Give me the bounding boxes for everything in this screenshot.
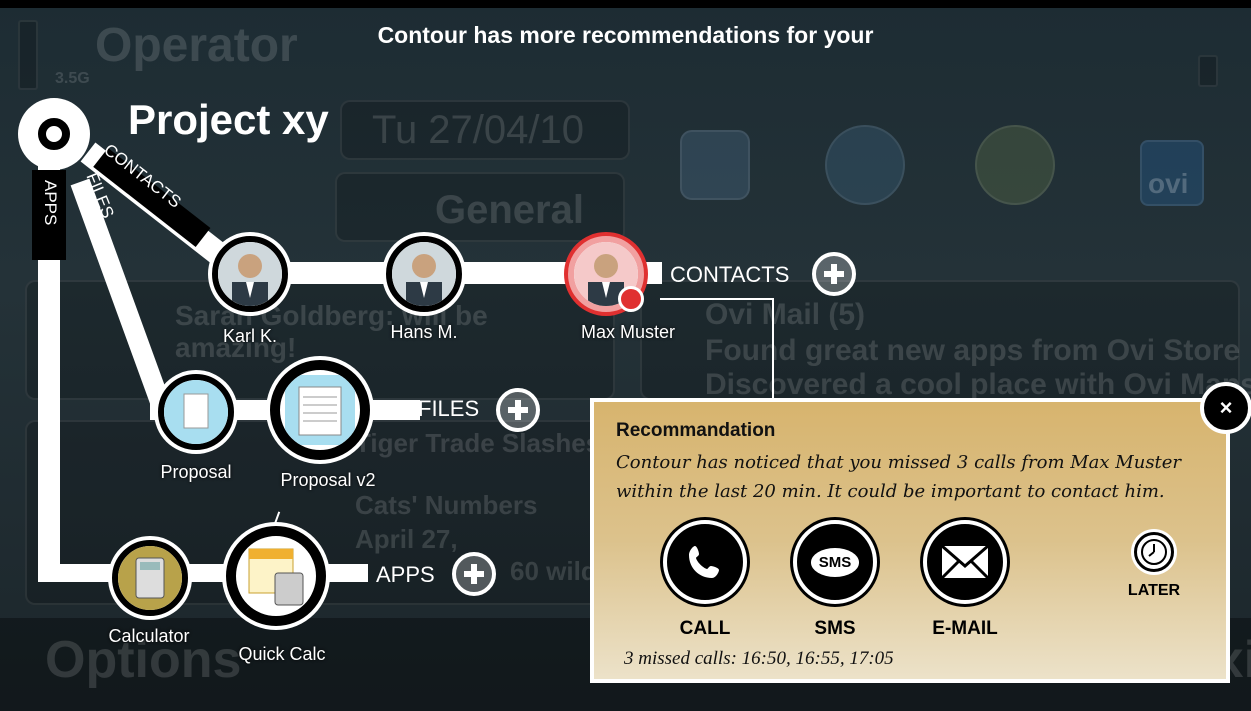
contact-name-max: Max Muster xyxy=(580,322,676,342)
add-contact-button[interactable] xyxy=(812,252,856,296)
email-label: E-MAIL xyxy=(932,618,998,639)
app-quick-calc[interactable] xyxy=(226,526,326,626)
person-icon xyxy=(392,242,456,306)
sms-icon: SMS xyxy=(793,520,877,604)
bg-ovi-line1: Found great new apps from Ovi Store xyxy=(705,334,1241,367)
bg-ovi-store-label: ovi xyxy=(1148,168,1189,199)
person-icon xyxy=(218,242,282,306)
contacts-track-end xyxy=(648,262,662,284)
quick-calc-icon xyxy=(241,541,311,611)
apps-row-label: APPS xyxy=(376,562,435,587)
files-row-label: FILES xyxy=(418,396,480,421)
later-button[interactable]: LATER xyxy=(1114,532,1194,600)
recommendation-popup: Recommandation Contour has noticed that … xyxy=(590,398,1230,683)
compass-icon xyxy=(975,125,1055,205)
calculator-icon xyxy=(118,546,182,610)
bg-news-line3: April 27, xyxy=(355,524,458,554)
close-popup-button[interactable]: × xyxy=(1200,382,1251,434)
project-title: Project xy xyxy=(128,96,329,143)
bg-news-line4: 60 wild xyxy=(510,556,597,586)
bg-news-line2: Cats' Numbers xyxy=(355,490,538,520)
app-calculator[interactable] xyxy=(112,540,188,616)
popup-message: Contour has noticed that you missed 3 ca… xyxy=(616,452,1182,502)
sms-label: SMS xyxy=(814,618,856,639)
contact-name-karl: Karl K. xyxy=(222,326,278,346)
close-icon: × xyxy=(1219,395,1233,420)
phone-icon xyxy=(663,520,747,604)
sms-button[interactable]: SMS SMS xyxy=(790,520,880,640)
bg-network: 3.5G xyxy=(55,70,90,87)
app-name-calculator: Calculator xyxy=(108,626,190,646)
add-file-button[interactable] xyxy=(496,388,540,432)
envelope-icon xyxy=(923,520,1007,604)
bg-ovi-mail: Ovi Mail (5) xyxy=(705,298,866,331)
top-black-bar xyxy=(0,0,1251,8)
bg-news-line1: Tiger Trade Slashes xyxy=(355,428,601,458)
battery-icon xyxy=(1198,55,1218,87)
globe-icon xyxy=(825,125,905,205)
contact-avatar-hans[interactable] xyxy=(386,236,462,312)
connector-line-v xyxy=(772,298,774,400)
app-name-quick-calc: Quick Calc xyxy=(238,644,326,664)
file-name-proposal-v2: Proposal v2 xyxy=(280,470,376,490)
file-proposal-v2[interactable] xyxy=(270,360,370,460)
file-proposal[interactable] xyxy=(158,374,234,450)
contacts-row-label: CONTACTS xyxy=(670,262,790,287)
email-button[interactable]: E-MAIL xyxy=(920,520,1010,640)
apps-track-label: APPS xyxy=(41,180,60,226)
connector-line-h xyxy=(660,298,772,300)
add-app-button[interactable] xyxy=(452,552,496,596)
missed-call-icon xyxy=(618,286,644,312)
bg-date: Tu 27/04/10 xyxy=(372,108,585,152)
later-label: LATER xyxy=(1127,582,1181,599)
spreadsheet-icon xyxy=(285,375,355,445)
missed-calls-summary: 3 missed calls: 16:50, 16:55, 17:05 xyxy=(624,648,894,669)
popup-title: Recommandation xyxy=(616,420,776,441)
recommendations-header[interactable]: Contour has more recommendations for you… xyxy=(0,22,1251,49)
call-label: CALL xyxy=(679,618,731,639)
contacts-app-icon xyxy=(680,130,750,200)
bg-profile: General xyxy=(435,188,584,232)
contact-avatar-karl[interactable] xyxy=(212,236,288,312)
document-icon xyxy=(164,380,228,444)
call-button[interactable]: CALL xyxy=(660,520,750,640)
contact-name-hans: Hans M. xyxy=(390,322,458,342)
file-name-proposal: Proposal xyxy=(160,462,232,482)
clock-icon xyxy=(1134,532,1174,572)
sms-icon-text: SMS xyxy=(810,547,860,577)
screen: Operator 3.5G Tu 27/04/10 General Sarah … xyxy=(0,0,1251,711)
bg-ovi-line2: Discovered a cool place with Ovi Maps xyxy=(705,368,1251,401)
